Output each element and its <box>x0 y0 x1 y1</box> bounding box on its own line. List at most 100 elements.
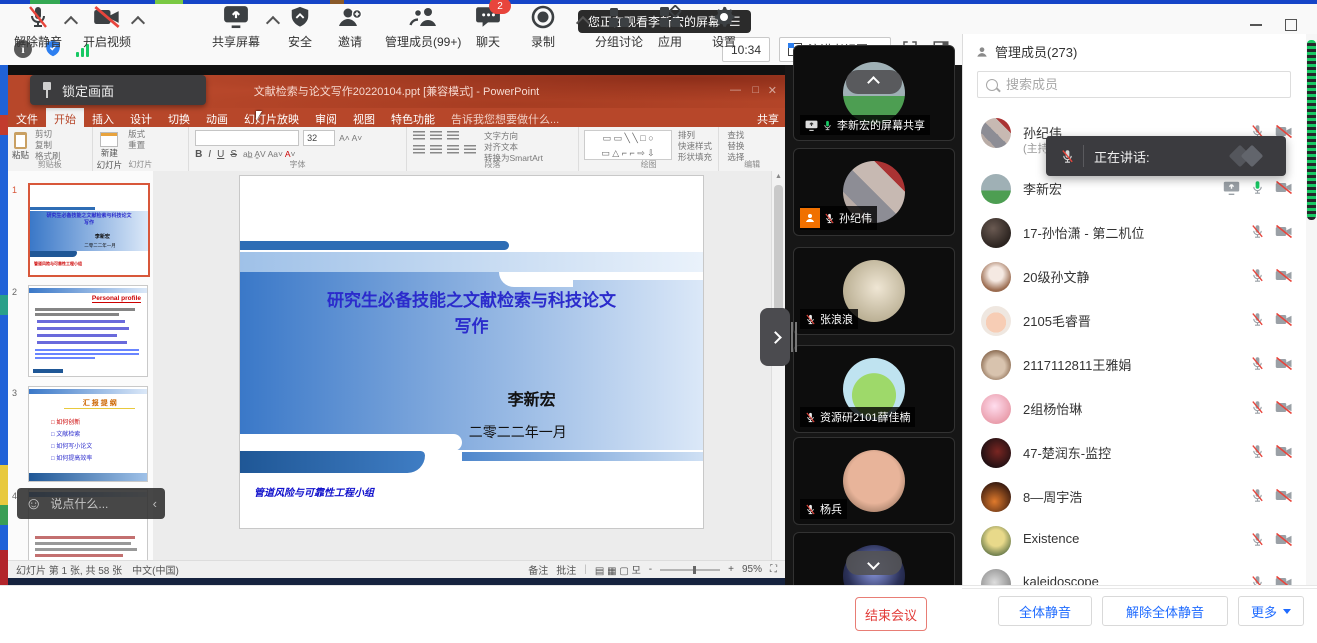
screen-sharing-icon <box>1223 181 1240 195</box>
share-screen-button[interactable]: 共享屏幕 <box>212 4 260 50</box>
lock-view-tooltip[interactable]: 锁定画面 <box>30 75 206 105</box>
mic-off-icon <box>1250 487 1265 504</box>
member-row[interactable]: 李新宏 <box>963 172 1307 212</box>
quick-styles-button[interactable]: 快速样式 <box>678 141 712 152</box>
search-input[interactable] <box>1004 76 1282 93</box>
tab-review[interactable]: 审阅 <box>307 108 345 127</box>
member-row[interactable]: 2组杨怡琳 <box>963 392 1307 432</box>
slide-thumbnail-3[interactable]: 汇 报 提 纲 □ 如何创新 □ 文献检索 □ 如何写小论文 □ 如何提高效率 <box>28 386 148 482</box>
tab-special-features[interactable]: 特色功能 <box>383 108 443 127</box>
cut-button[interactable]: 剪切 <box>35 129 61 140</box>
scrollbar-thumb[interactable] <box>1307 40 1316 220</box>
member-row[interactable]: Existence <box>963 524 1307 564</box>
chat-quick-input[interactable]: ☺ 说点什么... ‹ <box>17 488 165 519</box>
zoom-in-button[interactable]: + <box>728 564 734 575</box>
collapse-chat-icon[interactable]: ‹ <box>153 496 157 511</box>
record-button[interactable]: 录制 <box>531 4 555 50</box>
layout-button[interactable]: 版式 <box>128 129 145 140</box>
view-buttons[interactable]: ▤ ▦ ▢ 모 <box>595 562 641 577</box>
reset-button[interactable]: 重置 <box>128 140 145 151</box>
member-list-scrollbar[interactable] <box>1306 34 1317 585</box>
font-name-box[interactable] <box>195 130 299 146</box>
arrange-button[interactable]: 排列 <box>678 130 712 141</box>
tiles-scroll-down-button[interactable] <box>846 551 902 575</box>
align-center-icon[interactable] <box>430 145 442 154</box>
end-meeting-button[interactable]: 结束会议 <box>855 597 927 631</box>
manage-members-button[interactable]: 管理成员(99+) <box>385 4 461 50</box>
video-tile[interactable]: 资源研2101薛佳楠 <box>793 345 955 433</box>
camera-off-icon <box>1275 488 1293 503</box>
member-name: 8—周宇浩 <box>1023 487 1082 506</box>
member-row[interactable]: 47-楚润东-监控 <box>963 436 1307 476</box>
emoji-icon[interactable]: ☺ <box>25 495 42 512</box>
maximize-button[interactable] <box>1278 17 1304 33</box>
tab-slideshow[interactable]: 幻灯片放映 <box>236 108 307 127</box>
member-row[interactable]: 2105毛睿晋 <box>963 304 1307 344</box>
video-tile[interactable]: 孙纪伟 <box>793 148 955 236</box>
bullets-icon[interactable] <box>413 131 425 140</box>
speaking-label: 正在讲话: <box>1094 147 1150 166</box>
tab-transitions[interactable]: 切换 <box>160 108 198 127</box>
invite-button[interactable]: 邀请 <box>337 4 363 50</box>
ppt-minimize-icon[interactable]: — <box>730 84 741 96</box>
video-tile[interactable]: 杨兵 <box>793 437 955 525</box>
shapes-gallery[interactable]: ▭ ▭ ╲ ╲ □ ○▭ △ ⌐ ⌐ ⇨ ⇩ <box>584 130 672 160</box>
find-button[interactable]: 查找 <box>727 130 777 141</box>
tab-tell-me[interactable]: 告诉我您想要做什么... <box>443 108 567 127</box>
zoom-slider[interactable] <box>660 569 720 571</box>
replace-button[interactable]: 替换 <box>727 141 777 152</box>
unmute-button[interactable]: 解除静音 <box>14 4 62 50</box>
justify-icon[interactable] <box>464 145 476 154</box>
ppt-maximize-icon[interactable]: □ <box>752 84 759 96</box>
tab-animations[interactable]: 动画 <box>198 108 236 127</box>
member-row[interactable]: 2117112811王雅娟 <box>963 348 1307 388</box>
mute-all-button[interactable]: 全体静音 <box>998 596 1092 626</box>
apps-button[interactable]: 应用 <box>658 4 682 50</box>
tab-design[interactable]: 设计 <box>122 108 160 127</box>
slide-scrollbar[interactable]: ▲ ▼ <box>771 171 786 609</box>
zoom-out-button[interactable]: - <box>649 564 652 575</box>
numbering-icon[interactable] <box>430 131 442 140</box>
tiles-collapse-handle[interactable] <box>760 308 790 366</box>
member-search[interactable] <box>977 71 1291 98</box>
chat-button[interactable]: 2 聊天 <box>475 4 501 50</box>
tab-view[interactable]: 视图 <box>345 108 383 127</box>
member-row[interactable]: 17-孙怡潇 - 第二机位 <box>963 216 1307 256</box>
current-slide[interactable]: 研究生必备技能之文献检索与科技论文写作 李新宏 二零二二年一月 管道风险与可靠性… <box>240 176 703 528</box>
notes-toggle[interactable]: 备注 <box>528 562 548 577</box>
indent-icon[interactable] <box>447 131 459 140</box>
scroll-up-icon[interactable]: ▲ <box>775 173 782 180</box>
breakout-rooms-button[interactable]: 分组讨论 <box>595 4 643 50</box>
start-video-button[interactable]: 开启视频 <box>83 4 131 50</box>
align-left-icon[interactable] <box>413 145 425 154</box>
security-button[interactable]: 安全 <box>288 4 312 50</box>
chat-placeholder[interactable]: 说点什么... <box>50 495 144 512</box>
tab-home[interactable]: 开始 <box>46 108 84 127</box>
comments-toggle[interactable]: 批注 <box>556 562 576 577</box>
align-text-button[interactable]: 对齐文本 <box>484 142 543 153</box>
start-video-label: 开启视频 <box>83 33 131 50</box>
ppt-close-icon[interactable]: ✕ <box>768 84 777 97</box>
unmute-all-button[interactable]: 解除全体静音 <box>1102 596 1228 626</box>
zoom-level[interactable]: 95% <box>742 564 762 575</box>
minimize-button[interactable] <box>1243 17 1269 33</box>
paste-button[interactable]: 粘贴 <box>12 129 29 162</box>
mic-on-icon <box>1250 179 1265 196</box>
tab-file[interactable]: 文件 <box>8 108 46 127</box>
tiles-scroll-up-button[interactable] <box>846 70 902 94</box>
align-right-icon[interactable] <box>447 145 459 154</box>
slide-thumbnail-2[interactable]: Personal profile <box>28 285 148 377</box>
more-button[interactable]: 更多 <box>1238 596 1304 626</box>
video-tile[interactable]: 张浪浪 <box>793 247 955 335</box>
ppt-share-button[interactable]: 共享 <box>757 111 779 127</box>
slide-deco-band <box>240 451 425 473</box>
tab-insert[interactable]: 插入 <box>84 108 122 127</box>
font-size-box[interactable]: 32 <box>303 130 335 146</box>
member-row[interactable]: 20级孙文静 <box>963 260 1307 300</box>
copy-button[interactable]: 复制 <box>35 140 61 151</box>
fit-slide-icon[interactable]: ⛶ <box>770 564 777 575</box>
member-row[interactable]: 8—周宇浩 <box>963 480 1307 520</box>
settings-button[interactable]: 设置 <box>712 4 736 50</box>
text-direction-button[interactable]: 文字方向 <box>484 131 543 142</box>
slide-thumbnail-1[interactable]: 研究生必备技能之文献检索与科技论文写作 李新宏 二零二二年一月 管道风险与可靠性… <box>28 183 150 277</box>
